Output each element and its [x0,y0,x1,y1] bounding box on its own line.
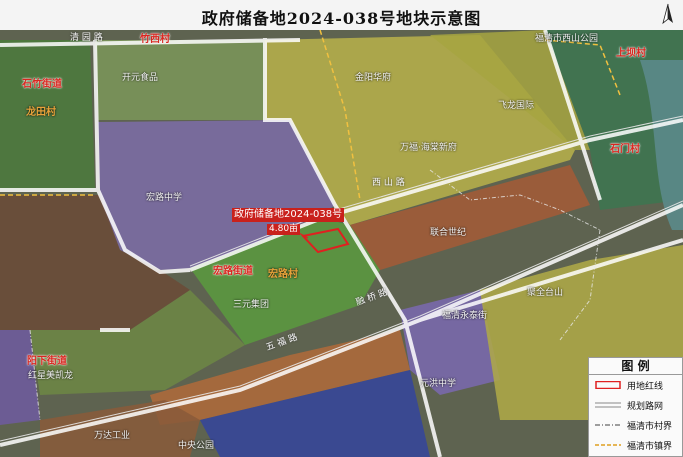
place-label-wanfu: 万福·海棠新府 [400,143,457,153]
place-label-fuqing-park: 福清市西山公园 [535,34,599,44]
map-canvas[interactable]: 政府储备地2024-038号地块示意图 政府储备地2024-038号 4.80亩… [0,0,683,457]
place-label-hongcheng-middle: 宏路中学 [146,193,183,203]
legend-item-town-boundary: 福清市镇界 [589,435,682,455]
place-label-fuqing-east: 联合世纪 [430,228,467,238]
legend-item-label: 福清市村界 [627,422,673,432]
village-label-longtian: 龙田村 [26,107,56,118]
place-label-wenjiang: 元洪中学 [420,379,457,389]
map-legend: 图 例 用地红线 规划路网 福清市村界 福清市镇界 [588,357,683,457]
parcel-area-label: 4.80亩 [267,224,301,235]
place-label-kaiyuan: 开元食品 [122,73,159,83]
legend-item-road: 规划路网 [589,395,682,415]
parcel-name-label: 政府储备地2024-038号 [232,208,345,222]
place-label-jinhuitaishan: 聚全台山 [527,288,564,298]
road-label-xishan: 西 山 路 [372,178,405,188]
red-box-icon [595,381,621,389]
map-base-layer [0,0,683,457]
yellow-dash-icon [595,444,621,446]
place-label-red-building: 红星美凯龙 [28,371,74,381]
map-title: 政府储备地2024-038号地块示意图 [201,9,482,28]
north-arrow-icon [662,3,673,25]
legend-item-parcel: 用地红线 [589,375,682,395]
village-label-hongwen: 宏路村 [268,269,298,280]
place-label-zhongxin-park: 中央公园 [178,441,215,451]
legend-item-label: 福清市镇界 [627,442,673,452]
legend-item-village-boundary: 福清市村界 [589,415,682,435]
village-label-shangjiang: 上坝村 [616,48,646,59]
dash-dot-icon [595,424,621,426]
double-line-icon [595,402,621,408]
road-label-qinghuan: 清 园 路 [70,33,103,43]
place-label-yanshi: 福清永泰街 [442,311,488,321]
title-bar: 政府储备地2024-038号地块示意图 [0,0,683,30]
place-label-xinan-industry: 万达工业 [94,431,131,441]
legend-item-label: 规划路网 [627,402,664,412]
street-label-shizhu: 石竹街道 [22,79,62,90]
place-label-sanyuan: 三元集团 [233,300,270,310]
village-label-bafang-top: 竹西村 [140,34,170,45]
place-label-feiyue: 飞龙国际 [498,101,535,111]
village-label-shimen: 石门村 [610,144,640,155]
legend-item-label: 用地红线 [627,382,664,392]
green-zone-top [95,40,265,120]
street-label-hongcheng: 宏路街道 [213,266,253,277]
legend-title: 图 例 [589,358,682,375]
place-label-jinyang: 金阳华府 [355,73,392,83]
street-label-yangxia: 阳下街道 [27,356,67,367]
